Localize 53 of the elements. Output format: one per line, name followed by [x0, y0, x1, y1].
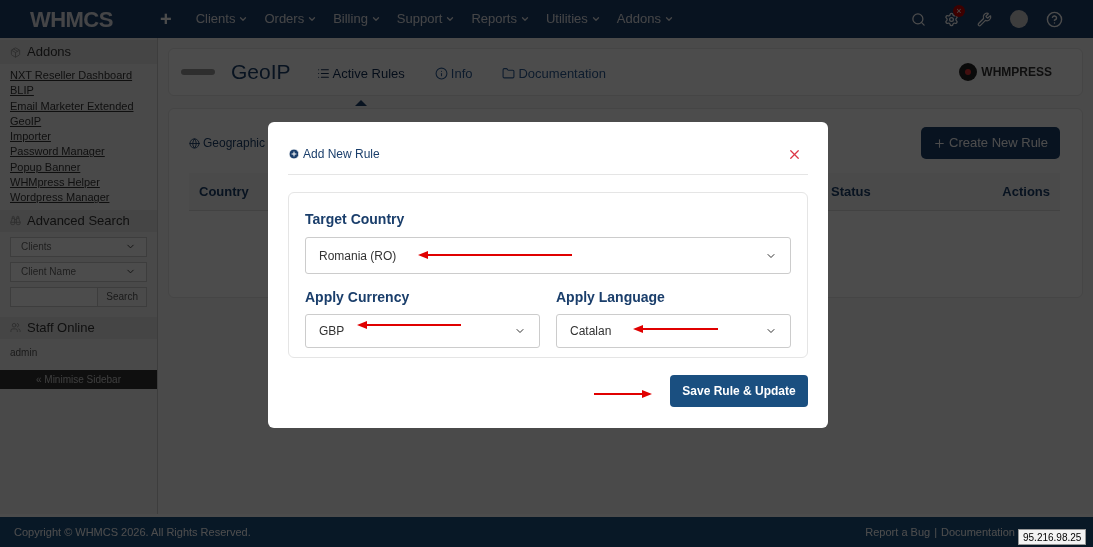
- list-icon: [316, 66, 330, 80]
- field-label: Apply Currency: [305, 288, 411, 307]
- sidebar-link[interactable]: WHMpress Helper: [10, 175, 147, 191]
- globe-icon: [189, 137, 200, 149]
- footer-link[interactable]: Documentation: [941, 523, 1015, 541]
- caret-icon: [590, 14, 601, 24]
- caret-icon: [307, 14, 318, 24]
- ip-tooltip: 95.216.98.25: [1018, 529, 1087, 545]
- caret-icon: [445, 14, 456, 24]
- field-label: Apply Language: [556, 288, 666, 307]
- help-icon[interactable]: [1046, 10, 1063, 28]
- brand-name: WHMPRESS: [981, 64, 1052, 81]
- country-select[interactable]: Romania (RO): [305, 237, 791, 274]
- copyright-text: Copyright © WHMCS 2026. All Rights Reserved.: [14, 524, 251, 540]
- search-icon[interactable]: [911, 11, 926, 27]
- plus-circle-icon: [288, 148, 300, 160]
- sidebar-link[interactable]: BLIP: [10, 83, 147, 99]
- caret-icon: [519, 14, 530, 24]
- sidebar-link[interactable]: Password Manager: [10, 144, 147, 160]
- panel-heading: Geographic: [203, 135, 266, 152]
- footer-link[interactable]: Report a Bug: [865, 523, 931, 541]
- caret-icon: [663, 14, 674, 24]
- sidebar-link[interactable]: Email Marketer Extended: [10, 98, 147, 114]
- sidebar-link[interactable]: Importer: [10, 129, 147, 145]
- hexagon-logo-icon: [959, 63, 978, 81]
- info-icon: [434, 66, 448, 80]
- column-header: Status: [831, 182, 871, 201]
- settings-icon[interactable]: [944, 11, 959, 27]
- add-button[interactable]: +: [160, 4, 172, 34]
- wrench-icon[interactable]: [977, 11, 992, 27]
- annotation-arrow: [594, 389, 652, 399]
- currency-select[interactable]: GBP: [305, 314, 540, 348]
- sidebar-link[interactable]: Popup Banner: [10, 159, 147, 176]
- language-select[interactable]: Catalan: [556, 314, 791, 348]
- folder-icon: [502, 66, 516, 80]
- alert-badge: ×: [953, 4, 965, 17]
- column-header: Actions: [1002, 182, 1050, 201]
- create-rule-button[interactable]: Create New Rule: [921, 127, 1060, 159]
- modal-title: Add New Rule: [303, 146, 380, 163]
- sidebar-link[interactable]: GeoIP: [10, 113, 147, 130]
- caret-icon: [370, 14, 381, 24]
- module-title: GeoIP: [231, 59, 291, 86]
- plus-icon: [933, 136, 946, 150]
- sidebar-link[interactable]: NXT Reseller Dashboard: [10, 68, 147, 84]
- tab[interactable]: Documentation: [502, 48, 606, 106]
- field-label: Target Country: [305, 210, 406, 229]
- save-button[interactable]: Save Rule & Update: [670, 375, 808, 407]
- tab[interactable]: Info: [434, 48, 473, 106]
- link-separator: |: [934, 524, 937, 540]
- caret-icon: [238, 14, 249, 24]
- sidebar-link[interactable]: Wordpress Manager: [10, 190, 147, 206]
- avatar[interactable]: [1010, 10, 1028, 28]
- column-header: Country: [199, 182, 250, 201]
